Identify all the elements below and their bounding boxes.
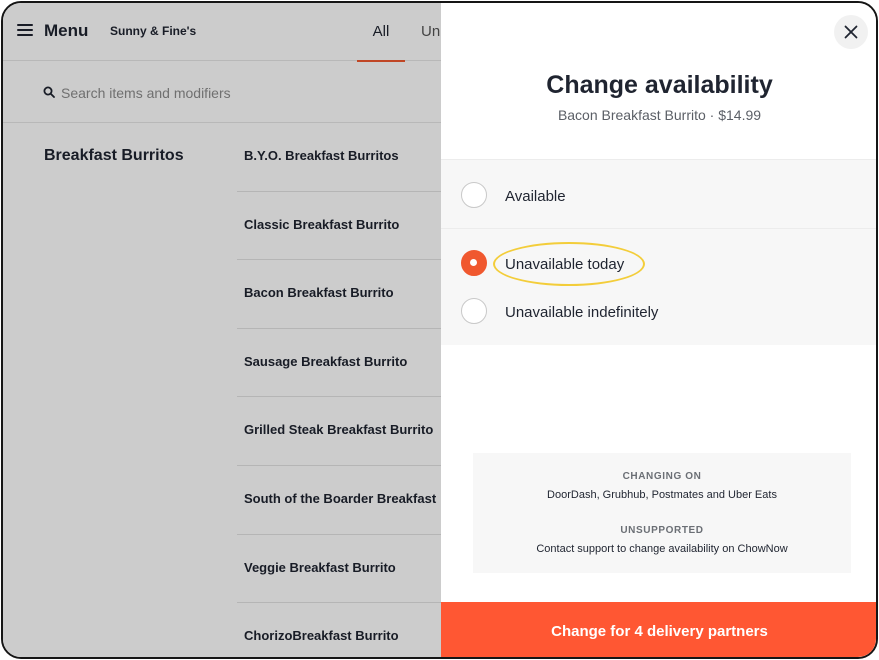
option-label: Unavailable today: [505, 256, 625, 273]
radio-unavailable-indefinitely[interactable]: [461, 298, 487, 324]
panel-title: Change availability: [546, 71, 773, 99]
device-frame: Menu Sunny & Fine's All Un Breakfast Bur…: [1, 1, 878, 659]
partner-info-box: CHANGING ON DoorDash, Grubhub, Postmates…: [473, 453, 851, 573]
change-availability-panel: Change availability Bacon Breakfast Burr…: [441, 3, 876, 657]
radio-unavailable-today[interactable]: [461, 250, 487, 276]
close-button[interactable]: [834, 15, 868, 49]
unsupported-heading: UNSUPPORTED: [620, 525, 704, 536]
close-icon: [844, 25, 858, 39]
unsupported-text: Contact support to change availability o…: [536, 543, 788, 555]
availability-options: Available Unavailable today Unavailable …: [441, 159, 876, 345]
option-label: Unavailable indefinitely: [505, 304, 659, 321]
changing-on-partners: DoorDash, Grubhub, Postmates and Uber Ea…: [547, 489, 777, 501]
change-availability-button[interactable]: Change for 4 delivery partners: [441, 602, 876, 657]
item-name-price: Bacon Breakfast Burrito · $14.99: [557, 107, 762, 123]
option-available[interactable]: Available: [441, 170, 876, 229]
modal-backdrop[interactable]: [3, 3, 443, 657]
radio-available[interactable]: [461, 182, 487, 208]
option-label: Available: [505, 188, 566, 205]
option-unavailable-indefinitely[interactable]: Unavailable indefinitely: [441, 290, 876, 338]
option-unavailable-today[interactable]: Unavailable today: [441, 242, 876, 290]
changing-on-heading: CHANGING ON: [622, 471, 702, 482]
